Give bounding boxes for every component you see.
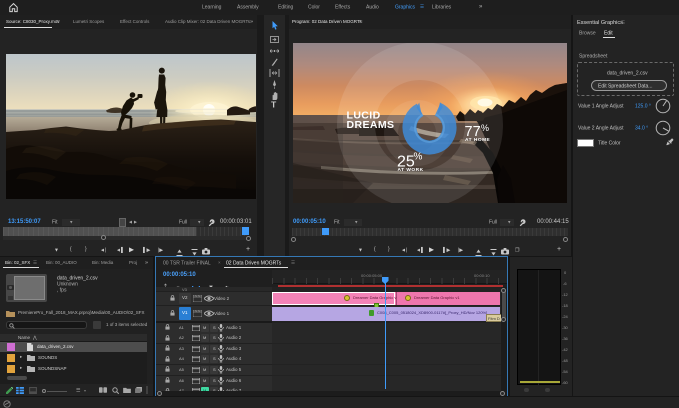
svg-text:DREAMS: DREAMS [347, 119, 395, 131]
svg-text:%: % [414, 152, 423, 163]
svg-text:AT WORK: AT WORK [398, 167, 424, 173]
svg-text:AT HOME: AT HOME [465, 137, 491, 143]
svg-text:%: % [481, 123, 489, 133]
